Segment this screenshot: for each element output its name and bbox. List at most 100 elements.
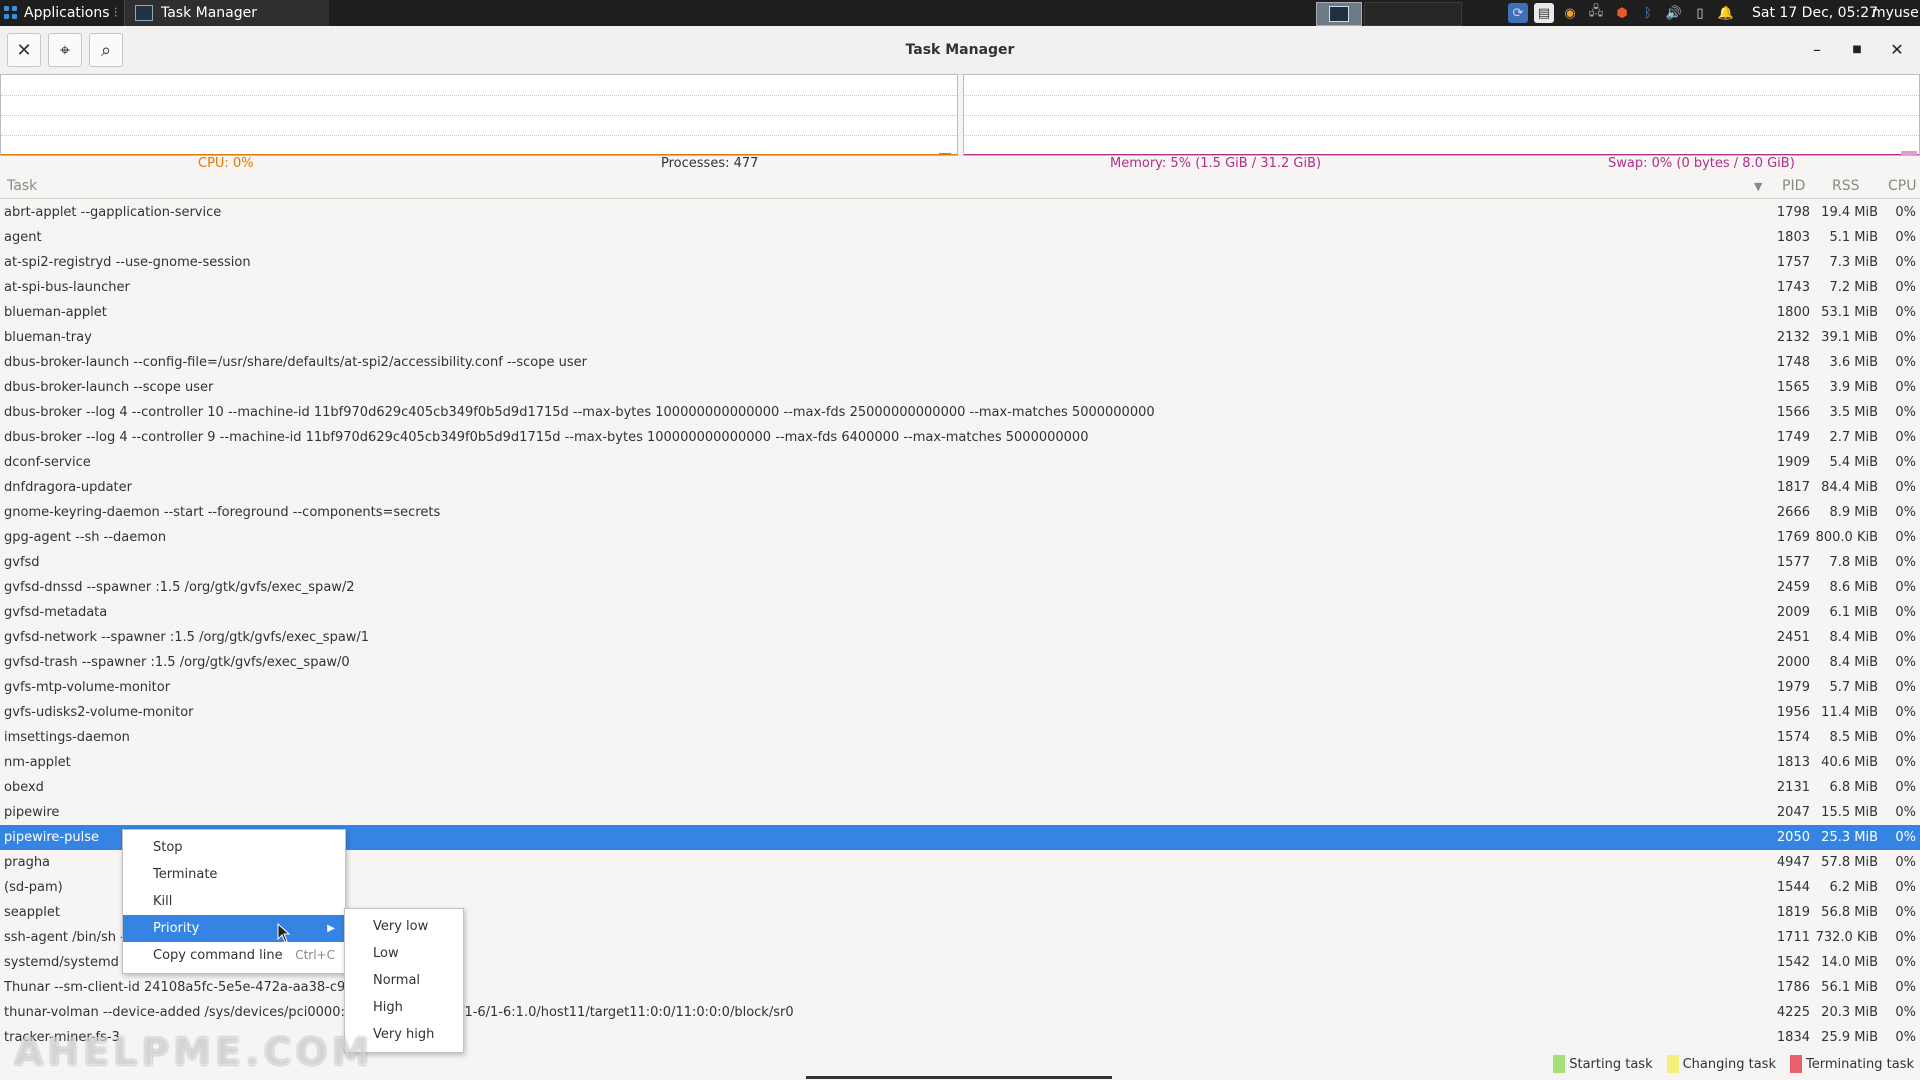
applications-menu[interactable]: Applications ⁝ [0,0,124,26]
cell-cpu: 0% [1895,355,1916,370]
cell-task: gnome-keyring-daemon --start --foregroun… [4,505,441,520]
volume-icon[interactable]: 🔊 [1664,3,1684,23]
window-resize-bar[interactable] [806,1076,1112,1079]
priority-low[interactable]: Low [345,940,463,967]
cell-task: pipewire-pulse [4,830,99,845]
table-row[interactable]: pipewire 2047 15.5 MiB 0% [0,800,1920,825]
table-row[interactable]: gvfsd-network --spawner :1.5 /org/gtk/gv… [0,625,1920,650]
table-row[interactable]: Thunar --sm-client-id 24108a5fc-5e5e-472… [0,975,1920,1000]
table-row[interactable]: nm-applet 1813 40.6 MiB 0% [0,750,1920,775]
menu-item-stop[interactable]: Stop [123,834,345,861]
cell-pid: 4947 [1776,855,1810,870]
cell-rss: 6.2 MiB [1829,880,1878,895]
cell-task: nm-applet [4,755,71,770]
cpu-usage: CPU: 0% [198,156,254,171]
table-row[interactable]: at-spi2-registryd --use-gnome-session 175… [0,250,1920,275]
table-row[interactable]: thunar-volman --device-added /sys/device… [0,1000,1920,1025]
memory-graph-fill [1901,151,1917,155]
legend-starting-label: Starting task [1569,1056,1653,1072]
clipboard-icon[interactable]: ▤ [1534,3,1554,23]
column-header-cpu[interactable]: CPU [1888,178,1916,194]
table-row[interactable]: dnfdragora-updater 1817 84.4 MiB 0% [0,475,1920,500]
maximize-button[interactable]: ■ [1845,38,1869,62]
cell-rss: 19.4 MiB [1821,205,1878,220]
priority-normal[interactable]: Normal [345,967,463,994]
user-menu[interactable]: myuser [1872,0,1920,26]
table-row[interactable]: dbus-broker-launch --config-file=/usr/sh… [0,350,1920,375]
column-header-pid[interactable]: PID [1782,178,1805,194]
security-shield-icon[interactable]: ⬢ [1612,3,1632,23]
cell-cpu: 0% [1895,955,1916,970]
table-row[interactable]: gvfs-udisks2-volume-monitor 1956 11.4 MiB 0… [0,700,1920,725]
cell-cpu: 0% [1895,730,1916,745]
clock[interactable]: Sat 17 Dec, 05:27 [1752,0,1878,26]
sort-descending-icon[interactable]: ▼ [1754,180,1762,193]
cell-task: at-spi-bus-launcher [4,280,130,295]
table-row[interactable]: abrt-applet --gapplication-service 1798 19… [0,200,1920,225]
table-row[interactable]: dbus-broker-launch --scope user 1565 3.9 M… [0,375,1920,400]
table-row[interactable]: dbus-broker --log 4 --controller 9 --mac… [0,425,1920,450]
priority-high[interactable]: High [345,994,463,1021]
network-icon[interactable]: 🖧 [1586,3,1606,23]
cell-rss: 5.4 MiB [1829,455,1878,470]
cell-pid: 2050 [1776,830,1810,845]
table-row[interactable]: gpg-agent --sh --daemon 1769 800.0 KiB 0% [0,525,1920,550]
cell-rss: 56.1 MiB [1821,980,1878,995]
workspace-2[interactable] [1364,2,1462,26]
table-row[interactable]: gnome-keyring-daemon --start --foregroun… [0,500,1920,525]
table-row[interactable]: gvfsd 1577 7.8 MiB 0% [0,550,1920,575]
cell-cpu: 0% [1895,655,1916,670]
table-row[interactable]: gvfs-mtp-volume-monitor 1979 5.7 MiB 0% [0,675,1920,700]
table-row[interactable]: blueman-tray 2132 39.1 MiB 0% [0,325,1920,350]
cell-cpu: 0% [1895,455,1916,470]
cell-rss: 2.7 MiB [1829,430,1878,445]
cell-rss: 14.0 MiB [1821,955,1878,970]
cell-pid: 2047 [1776,805,1810,820]
menu-item-kill[interactable]: Kill [123,888,345,915]
cell-task: gpg-agent --sh --daemon [4,530,167,545]
cell-pid: 1956 [1776,705,1810,720]
notification-bell-icon[interactable]: 🔔 [1716,3,1736,23]
column-header-rss[interactable]: RSS [1832,178,1860,194]
updates-icon[interactable]: ⟳ [1508,3,1528,23]
cell-cpu: 0% [1895,755,1916,770]
menu-item-priority[interactable]: Priority ▶ [123,915,345,942]
cell-rss: 20.3 MiB [1821,1005,1878,1020]
cell-pid: 1979 [1776,680,1810,695]
table-row[interactable]: agent 1803 5.1 MiB 0% [0,225,1920,250]
music-player-icon[interactable]: ◉ [1560,3,1580,23]
cell-pid: 1566 [1776,405,1810,420]
cell-cpu: 0% [1895,780,1916,795]
window-title: Task Manager [905,42,1015,58]
applications-icon [4,6,18,20]
table-row[interactable]: dbus-broker --log 4 --controller 10 --ma… [0,400,1920,425]
table-row[interactable]: at-spi-bus-launcher 1743 7.2 MiB 0% [0,275,1920,300]
table-row[interactable]: gvfsd-metadata 2009 6.1 MiB 0% [0,600,1920,625]
taskbar-task-manager-label: Task Manager [160,5,258,21]
priority-very-low[interactable]: Very low [345,913,463,940]
menu-item-copy-command-line[interactable]: Copy command line Ctrl+C [123,942,345,969]
mouse-cursor-icon [277,923,291,943]
close-button[interactable]: ✕ [1885,38,1909,62]
cell-task: seapplet [4,905,60,920]
column-header-task[interactable]: Task [7,178,37,194]
table-row[interactable]: obexd 2131 6.8 MiB 0% [0,775,1920,800]
battery-icon[interactable]: ▯ [1690,3,1710,23]
table-row[interactable]: gvfsd-dnssd --spawner :1.5 /org/gtk/gvfs… [0,575,1920,600]
cell-cpu: 0% [1895,255,1916,270]
cell-task: blueman-tray [4,330,92,345]
cell-task: agent [4,230,42,245]
workspace-1[interactable] [1316,2,1362,26]
cell-rss: 3.9 MiB [1829,380,1878,395]
cell-task: dbus-broker --log 4 --controller 10 --ma… [4,405,1155,420]
cell-pid: 1813 [1776,755,1810,770]
bluetooth-icon[interactable]: ᛒ [1638,3,1658,23]
table-row[interactable]: gvfsd-trash --spawner :1.5 /org/gtk/gvfs… [0,650,1920,675]
table-row[interactable]: imsettings-daemon 1574 8.5 MiB 0% [0,725,1920,750]
task-manager-icon [134,5,153,21]
table-row[interactable]: dconf-service 1909 5.4 MiB 0% [0,450,1920,475]
menu-item-terminate[interactable]: Terminate [123,861,345,888]
minimize-button[interactable]: – [1805,38,1829,62]
taskbar-task-manager[interactable]: Task Manager [123,0,329,26]
table-row[interactable]: blueman-applet 1800 53.1 MiB 0% [0,300,1920,325]
